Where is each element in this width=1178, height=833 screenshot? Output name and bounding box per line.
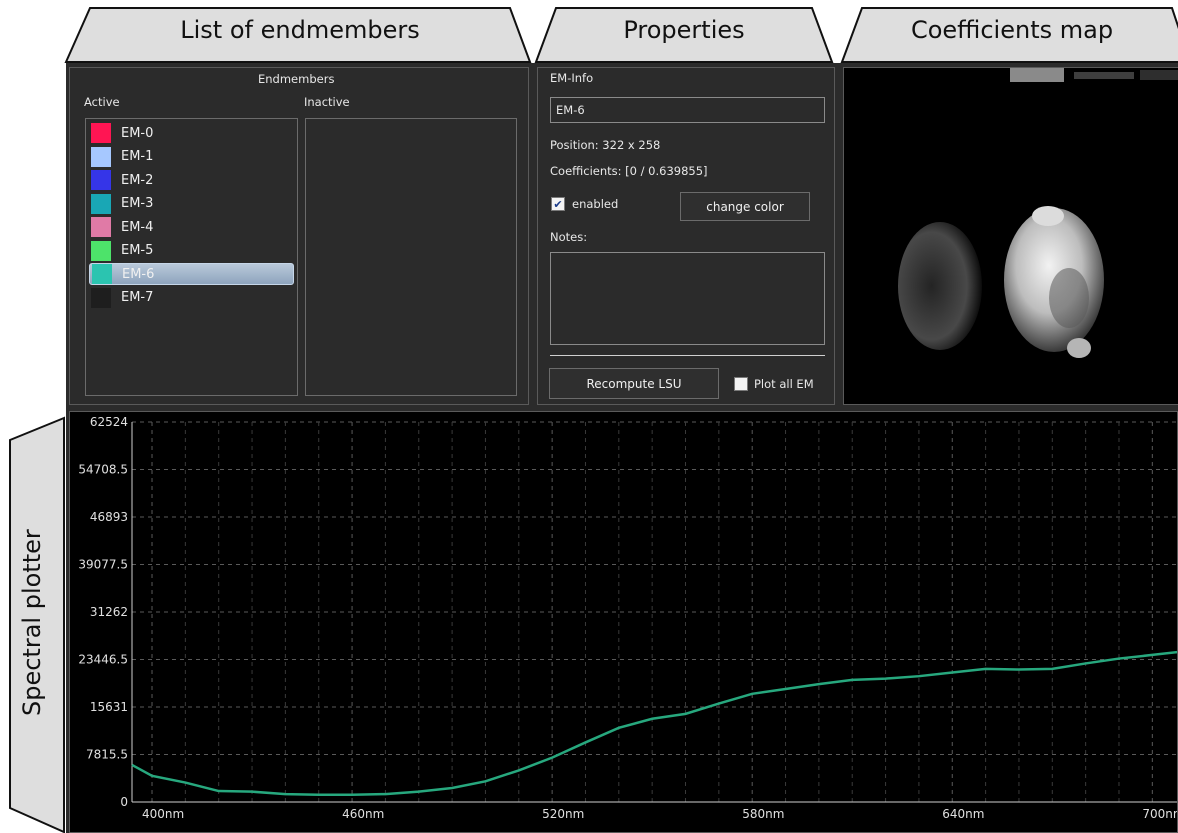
active-label: Active [84,95,120,109]
position-text: Position: 322 x 258 [550,138,661,152]
tab-coefficients-map[interactable]: Coefficients map [862,16,1162,44]
spectral-plot[interactable]: 62524 54708.5 46893 39077.5 31262 23446.5 1563… [70,412,1178,833]
y-tick-label: 39077.5 [78,558,128,572]
change-color-button[interactable]: change color [680,192,810,221]
em-info-group-title: EM-Info [550,71,594,85]
endmember-label: EM-1 [121,149,154,164]
bright-fruit-shadow [1049,268,1089,328]
endmember-label: EM-4 [121,219,154,235]
endmember-label: EM-2 [121,172,154,188]
endmember-label: EM-6 [122,266,155,282]
x-tick-label: 700nm [1142,807,1178,821]
endmember-item[interactable]: EM-2 [89,169,294,191]
endmember-label: EM-7 [121,290,154,305]
tab-list-of-endmembers[interactable]: List of endmembers [100,16,500,44]
x-tick-label: 580nm [742,807,784,821]
recompute-lsu-button[interactable]: Recompute LSU [549,368,719,399]
inactive-label: Inactive [304,95,350,109]
spectrum-line [131,650,1177,796]
enabled-label: enabled [572,197,619,211]
endmember-item[interactable]: EM-7 [89,287,294,309]
em-name-field[interactable]: EM-6 [550,97,825,123]
endmember-color-swatch [91,287,111,308]
em-info-panel: EM-Info EM-6 Position: 322 x 258 Coeffic… [537,67,835,405]
plot-all-em-checkbox[interactable] [734,377,748,391]
x-tick-label: 520nm [542,807,584,821]
x-tick-label: 460nm [342,807,384,821]
endmember-color-swatch [92,264,112,284]
endmember-item[interactable]: EM-3 [89,193,294,215]
endmember-label: EM-3 [121,196,154,211]
enabled-checkbox[interactable]: ✔ [551,197,565,211]
endmember-item[interactable]: EM-5 [89,240,294,262]
endmember-color-swatch [91,170,111,190]
endmember-color-swatch [91,217,111,237]
endmember-label: EM-5 [121,243,154,258]
notes-textarea[interactable] [550,252,825,345]
spectral-plot-panel: 62524 54708.5 46893 39077.5 31262 23446.5 1563… [69,411,1178,833]
dark-fruit-blob [898,222,982,350]
coefficient-image[interactable] [844,68,1178,405]
tab-properties[interactable]: Properties [556,16,812,44]
endmember-color-swatch [91,240,111,261]
y-tick-label: 46893 [90,510,128,524]
y-tick-label: 62524 [90,415,128,429]
y-tick-label: 7815.5 [86,748,128,762]
endmember-item[interactable]: EM-0 [89,122,294,144]
bright-fruit-top [1032,206,1064,226]
y-tick-label: 23446.5 [78,653,128,667]
em-name-value: EM-6 [556,103,585,117]
endmember-color-swatch [91,123,111,143]
endmember-color-swatch [91,193,111,214]
coefficients-map-panel [843,67,1178,405]
y-tick-label: 15631 [90,700,128,714]
x-tick-label: 400nm [142,807,184,821]
y-tick-label: 31262 [90,605,128,619]
app-window: Endmembers Active Inactive EM-0 EM-1 EM-2 E… [66,63,1178,833]
inactive-endmember-list[interactable] [305,118,517,396]
bright-fruit-tip [1067,338,1091,358]
notes-label: Notes: [550,230,588,244]
endmember-color-swatch [91,146,111,167]
active-endmember-list[interactable]: EM-0 EM-1 EM-2 EM-3 EM-4 EM-5 EM-6 EM-7 [85,118,298,396]
endmembers-group-title: Endmembers [258,72,335,86]
endmember-label: EM-0 [121,125,154,141]
coefficients-text: Coefficients: [0 / 0.639855] [550,164,708,178]
endmember-item[interactable]: EM-1 [89,146,294,168]
y-tick-label: 0 [120,795,128,809]
y-tick-label: 54708.5 [78,463,128,477]
x-tick-label: 640nm [942,807,984,821]
endmember-item[interactable]: EM-4 [89,216,294,238]
endmember-item[interactable]: EM-6 [89,263,294,285]
plot-all-em-label: Plot all EM [754,377,814,391]
endmembers-panel: Endmembers Active Inactive EM-0 EM-1 EM-2 E… [69,67,529,405]
tab-spectral-plotter[interactable]: Spectral plotter [18,529,46,716]
panel-divider [550,355,825,356]
